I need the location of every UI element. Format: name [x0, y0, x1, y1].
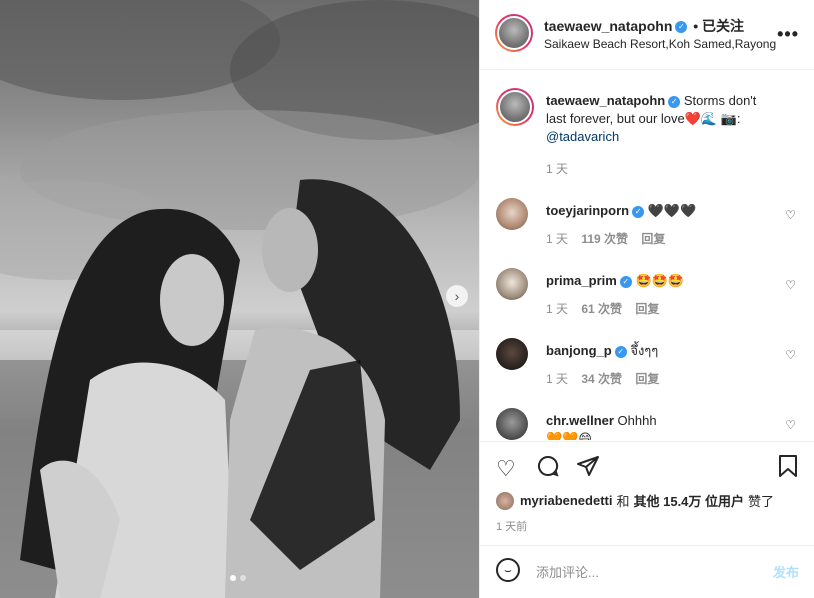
comment-likes[interactable]: 61 次赞 [581, 302, 622, 316]
commenter-avatar[interactable] [496, 338, 528, 370]
carousel-next-button[interactable]: › [446, 285, 468, 307]
like-comment-heart-icon[interactable]: ♡ [785, 278, 796, 292]
author-line: taewaew_natapohn ✓ • 已关注 [544, 16, 744, 36]
comment-meta: 1 天 34 次赞 回复 [546, 370, 669, 387]
follow-status-button[interactable]: • 已关注 [693, 18, 744, 34]
post-actions: ♡ myriabenedetti 和 其他 15.4万 位用户 赞了 1 天前 [480, 441, 814, 545]
reply-button[interactable]: 回复 [635, 302, 659, 316]
post-header: taewaew_natapohn ✓ • 已关注 Saikaew Beach Re… [480, 0, 814, 70]
comment-time: 1 天 [546, 232, 569, 246]
likes-suffix: 赞了 [748, 494, 775, 509]
carousel-dot [240, 575, 246, 581]
comment-text: 🤩🤩🤩 [635, 273, 684, 288]
verified-badge-icon: ✓ [632, 205, 645, 218]
caption: taewaew_natapohn ✓ Storms don't last fore… [496, 88, 796, 178]
verified-badge-icon: ✓ [619, 275, 632, 288]
comment-likes[interactable]: 34 次赞 [581, 372, 622, 386]
comment-text: Ohhhh [617, 413, 657, 428]
comment-body: toeyjarinporn ✓ 🖤🖤🖤 [546, 202, 786, 220]
comment-bubble-icon[interactable] [536, 454, 560, 484]
like-heart-icon[interactable]: ♡ [496, 456, 516, 482]
like-comment-heart-icon[interactable]: ♡ [785, 418, 796, 432]
verified-badge-icon: ✓ [614, 345, 627, 358]
carousel-indicator [230, 575, 246, 581]
reply-button[interactable]: 回复 [641, 232, 665, 246]
caption-username[interactable]: taewaew_natapohn [546, 93, 665, 108]
comment-time: 1 天 [546, 372, 569, 386]
comment-text: จึ้งๆๆ [630, 343, 659, 358]
posted-time[interactable]: 1 天前 [496, 518, 527, 534]
post-location[interactable]: Saikaew Beach Resort,Koh Samed,Rayong [544, 37, 776, 51]
comment-meta: 1 天 61 次赞 回复 [546, 300, 669, 317]
author-avatar[interactable] [495, 14, 533, 52]
add-comment-bar: ⌣ 添加评论... 发布 [480, 545, 814, 598]
comment-username[interactable]: banjong_p [546, 343, 612, 358]
reply-button[interactable]: 回复 [635, 372, 659, 386]
comment-item: banjong_p ✓ จึ้งๆๆ 1 天 34 次赞 回复 ♡ [496, 338, 796, 394]
comment-item: prima_prim ✓ 🤩🤩🤩 1 天 61 次赞 回复 ♡ [496, 268, 796, 324]
comment-text-line2: 🧡🧡😄 [546, 431, 592, 440]
comment-username[interactable]: prima_prim [546, 273, 617, 288]
caption-mention-link[interactable]: @tadavarich [546, 129, 619, 144]
caption-meta: 1 天 [546, 160, 578, 177]
verified-badge-icon: ✓ [675, 21, 688, 34]
like-comment-heart-icon[interactable]: ♡ [785, 208, 796, 222]
like-comment-heart-icon[interactable]: ♡ [785, 348, 796, 362]
comment-item: chr.wellner Ohhhh 🧡🧡😄 ♡ [496, 408, 796, 440]
liker-username[interactable]: myriabenedetti [520, 493, 612, 508]
liker-avatar [496, 491, 514, 510]
likes-summary: myriabenedetti 和 其他 15.4万 位用户 赞了 [496, 491, 774, 510]
caption-body: taewaew_natapohn ✓ Storms don't last fore… [546, 92, 776, 146]
emoji-smiley-icon[interactable]: ⌣ [496, 558, 520, 582]
likes-and: 和 [616, 494, 630, 509]
comment-likes[interactable]: 119 次赞 [581, 232, 628, 246]
comment-input[interactable]: 添加评论... [536, 562, 599, 581]
comments-list: taewaew_natapohn ✓ Storms don't last fore… [480, 70, 814, 440]
comment-username[interactable]: chr.wellner [546, 413, 614, 428]
share-send-icon[interactable] [576, 454, 600, 484]
comment-body: banjong_p ✓ จึ้งๆๆ [546, 342, 786, 360]
comment-item: toeyjarinporn ✓ 🖤🖤🖤 1 天 119 次赞 回复 ♡ [496, 198, 796, 254]
post-dialog: › taewaew_natapohn ✓ • 已关注 Saikaew Beach … [0, 0, 814, 598]
caption-time: 1 天 [546, 162, 569, 176]
comment-meta: 1 天 119 次赞 回复 [546, 230, 675, 247]
save-bookmark-icon[interactable] [777, 454, 799, 484]
commenter-avatar[interactable] [496, 408, 528, 440]
comment-time: 1 天 [546, 302, 569, 316]
comment-body: chr.wellner Ohhhh 🧡🧡😄 [546, 412, 786, 440]
likes-count[interactable]: 其他 15.4万 位用户 [634, 491, 745, 510]
author-avatar-small[interactable] [496, 88, 534, 126]
post-sidebar: taewaew_natapohn ✓ • 已关注 Saikaew Beach Re… [479, 0, 814, 598]
photo-illustration [0, 0, 479, 598]
comment-text: 🖤🖤🖤 [647, 203, 697, 218]
commenter-avatar[interactable] [496, 198, 528, 230]
carousel-dot-active [230, 575, 236, 581]
post-photo[interactable]: › [0, 0, 479, 598]
post-comment-button[interactable]: 发布 [773, 562, 799, 581]
comment-username[interactable]: toeyjarinporn [546, 203, 629, 218]
commenter-avatar[interactable] [496, 268, 528, 300]
more-options-icon[interactable]: ••• [777, 24, 799, 45]
author-username[interactable]: taewaew_natapohn [544, 18, 672, 34]
comment-body: prima_prim ✓ 🤩🤩🤩 [546, 272, 786, 290]
verified-badge-icon: ✓ [668, 95, 681, 108]
